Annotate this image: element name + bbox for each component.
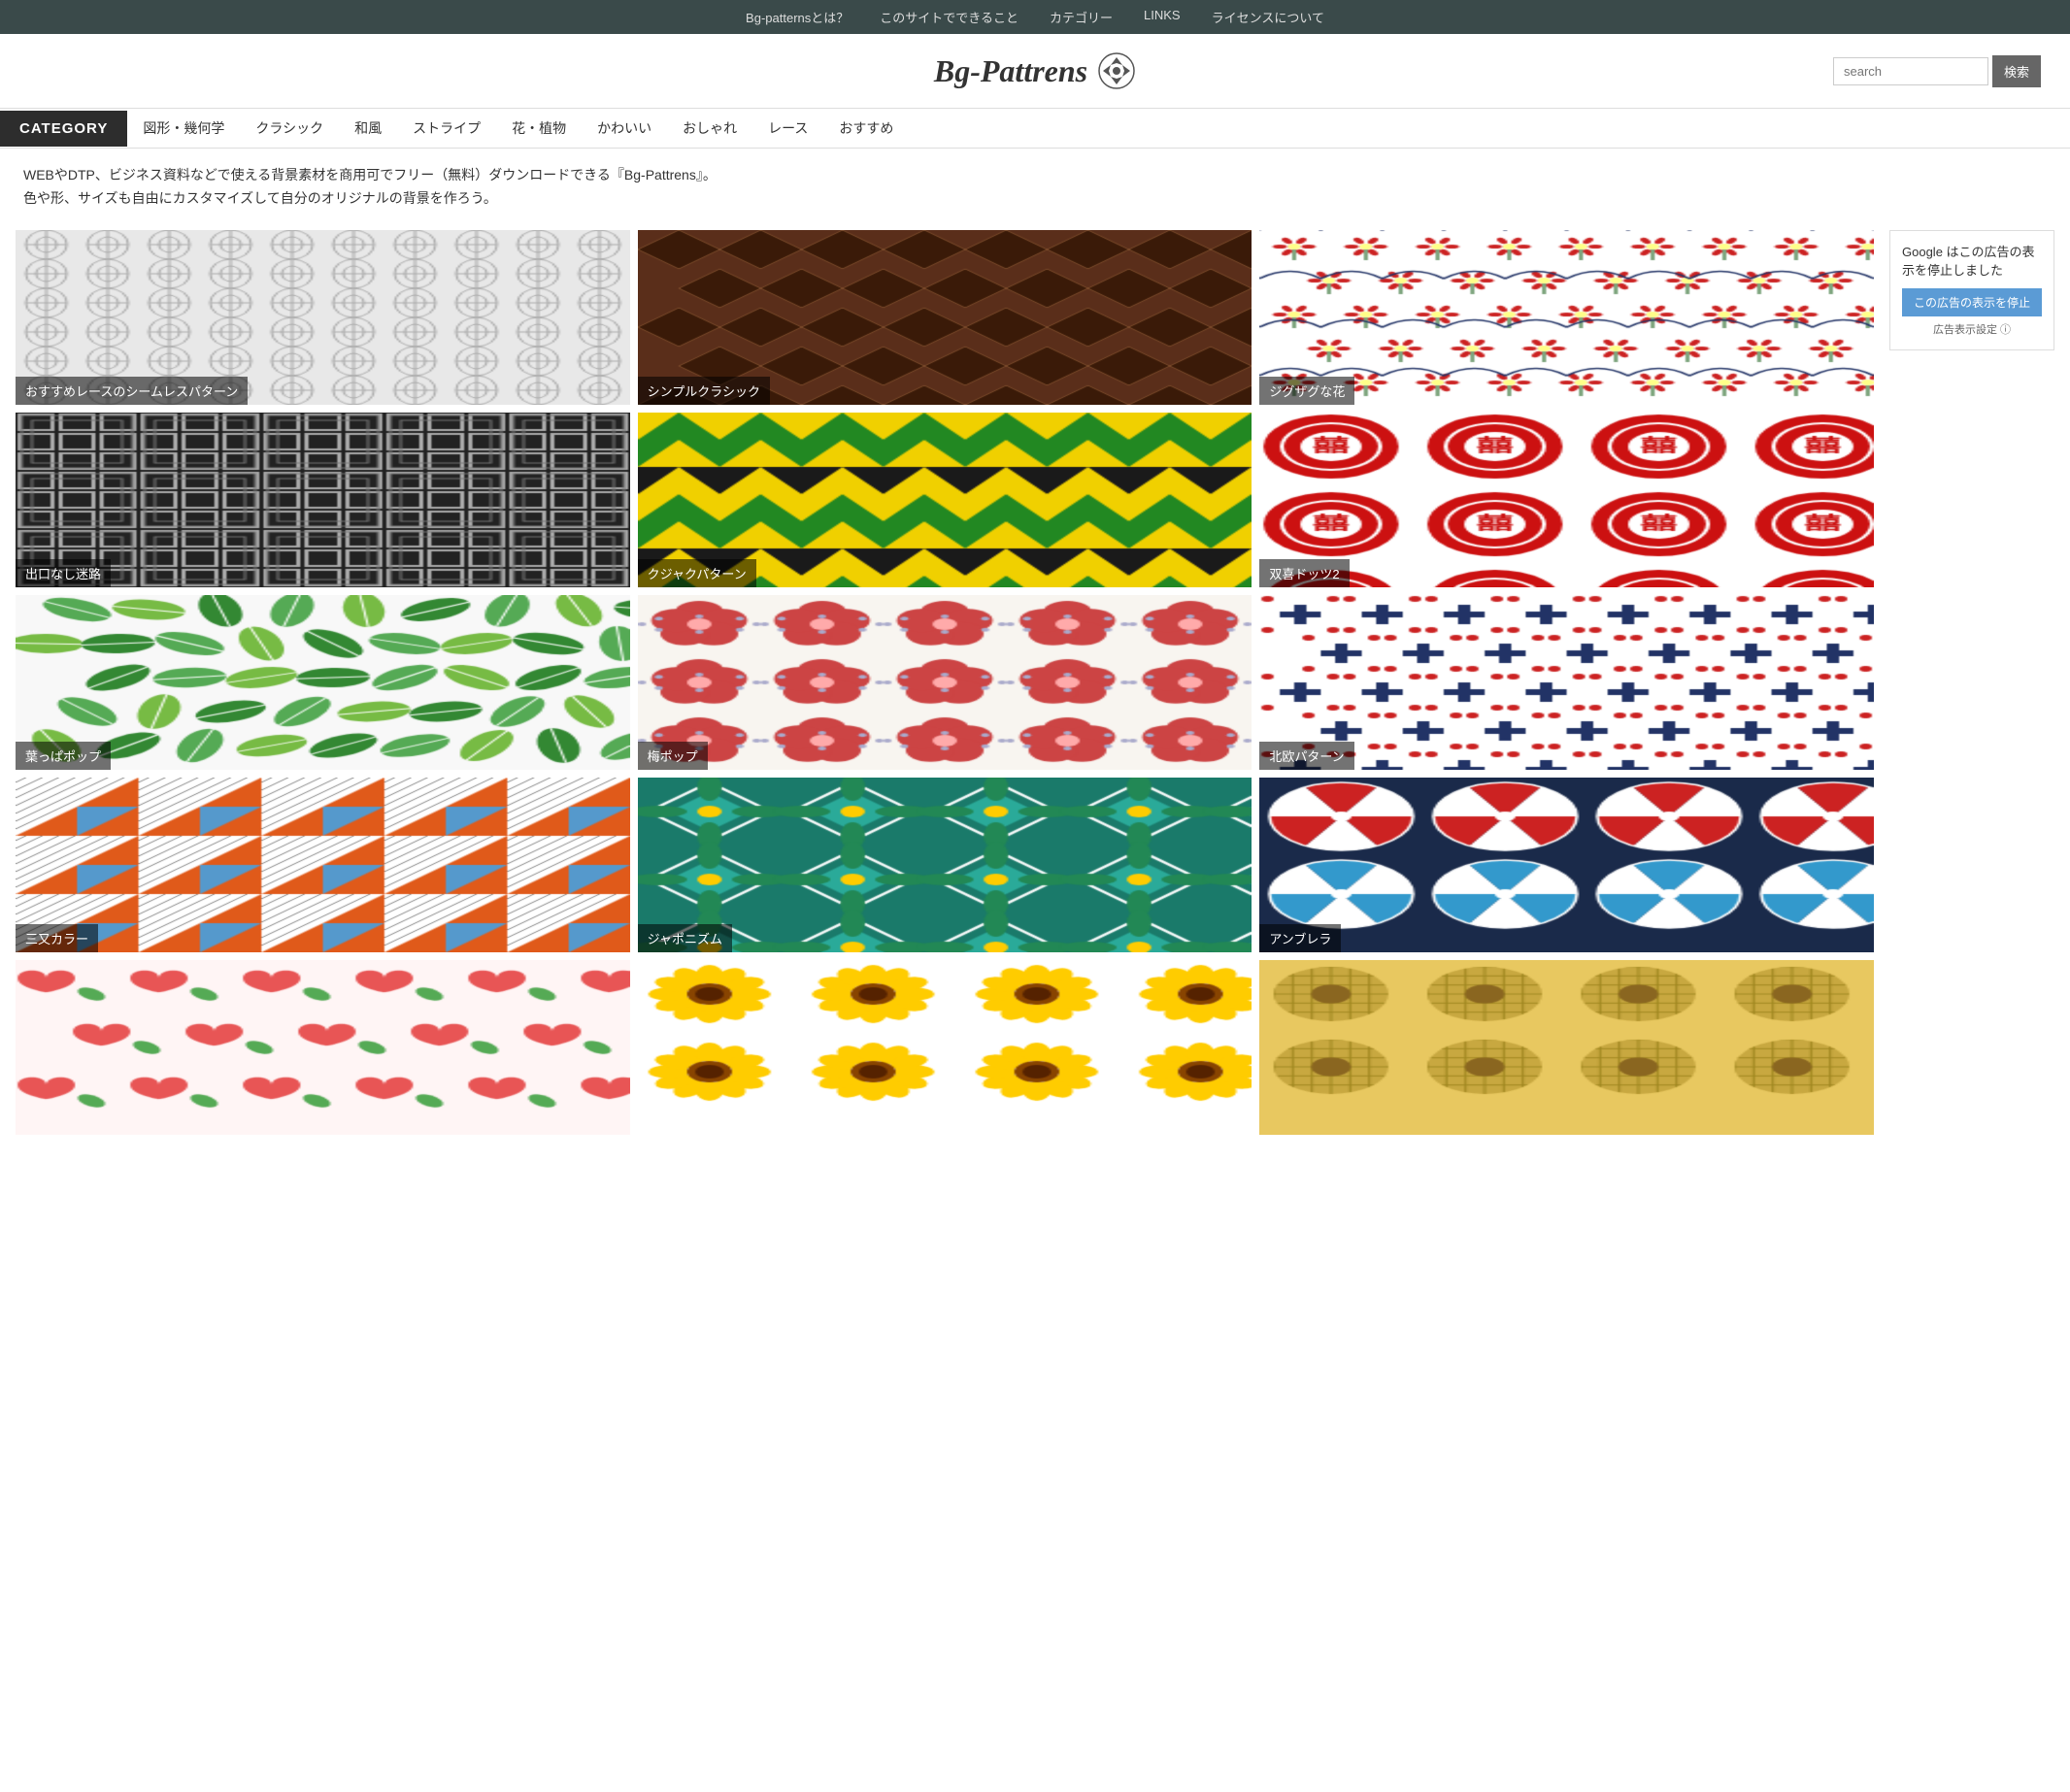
logo-area: Bg-Pattrens bbox=[934, 51, 1136, 90]
description-line2: 色や形、サイズも自由にカスタマイズして自分のオリジナルの背景を作ろう。 bbox=[23, 187, 2047, 211]
pattern-card-cookie[interactable] bbox=[1259, 960, 1874, 1135]
site-header: Bg-Pattrens 検索 bbox=[0, 34, 2070, 108]
category-item[interactable]: ストライプ bbox=[397, 109, 496, 148]
pattern-card-ume[interactable]: 梅ポップ bbox=[638, 595, 1252, 770]
sidebar: Google はこの広告の表示を停止しました この広告の表示を停止 広告表示設定… bbox=[1889, 230, 2054, 1135]
top-navigation: Bg-patternsとは？ このサイトでできること カテゴリー LINKS ライセンス… bbox=[0, 0, 2070, 34]
pattern-canvas-sunflower bbox=[638, 960, 1252, 1135]
search-button[interactable]: 検索 bbox=[1992, 55, 2041, 87]
pattern-card-nordic[interactable]: 北欧パターン bbox=[1259, 595, 1874, 770]
pattern-label-maze: 出口なし迷路 bbox=[16, 559, 111, 587]
category-item[interactable]: おすすめ bbox=[823, 109, 909, 148]
category-item[interactable]: クラシック bbox=[240, 109, 339, 148]
pattern-card-japonisme[interactable]: ジャポニズム bbox=[638, 778, 1252, 952]
pattern-label-classic: シンプルクラシック bbox=[638, 377, 770, 405]
category-navigation: CATEGORY 図形・幾何学クラシック和風ストライプ花・植物かわいいおしゃれレ… bbox=[0, 108, 2070, 149]
pattern-card-lace[interactable]: おすすめレースのシームレスパターン bbox=[16, 230, 630, 405]
pattern-grid: おすすめレースのシームレスパターン シンプルクラシック ジグザグな花出口なし迷路 クジ… bbox=[16, 230, 1874, 1135]
pattern-canvas-ume bbox=[638, 595, 1252, 770]
top-nav-item-features[interactable]: このサイトでできること bbox=[880, 8, 1018, 26]
top-nav-item-license[interactable]: ライセンスについて bbox=[1212, 8, 1324, 26]
pattern-canvas-umbrella bbox=[1259, 778, 1874, 952]
pattern-canvas-heart bbox=[16, 960, 630, 1135]
top-nav-item-links[interactable]: LINKS bbox=[1144, 8, 1181, 26]
ad-stop-button[interactable]: この広告の表示を停止 bbox=[1902, 288, 2042, 316]
category-label: CATEGORY bbox=[0, 111, 127, 147]
ad-box: Google はこの広告の表示を停止しました この広告の表示を停止 広告表示設定… bbox=[1889, 230, 2054, 351]
pattern-label-ume: 梅ポップ bbox=[638, 742, 708, 770]
pattern-label-peacock: クジャクパターン bbox=[638, 559, 756, 587]
ad-settings[interactable]: 広告表示設定 ⓘ bbox=[1902, 322, 2042, 339]
pattern-label-shuangxi: 双喜ドッツ2 bbox=[1259, 559, 1349, 587]
pattern-card-peacock[interactable]: クジャクパターン bbox=[638, 413, 1252, 587]
category-item[interactable]: おしゃれ bbox=[667, 109, 752, 148]
category-item[interactable]: 花・植物 bbox=[496, 109, 582, 148]
pattern-card-tri[interactable]: 三又カラー bbox=[16, 778, 630, 952]
ad-text: Google はこの広告の表示を停止しました bbox=[1902, 245, 2035, 279]
category-item[interactable]: 和風 bbox=[339, 109, 397, 148]
logo-icon bbox=[1097, 51, 1136, 90]
pattern-canvas-tri bbox=[16, 778, 630, 952]
top-nav-item-categories[interactable]: カテゴリー bbox=[1050, 8, 1113, 26]
logo-text[interactable]: Bg-Pattrens bbox=[934, 53, 1087, 89]
search-input[interactable] bbox=[1833, 57, 1988, 85]
pattern-label-leaf: 葉っぱポップ bbox=[16, 742, 111, 770]
pattern-card-shuangxi[interactable]: 双喜ドッツ2 bbox=[1259, 413, 1874, 587]
category-item[interactable]: レース bbox=[752, 109, 823, 148]
pattern-card-umbrella[interactable]: アンブレラ bbox=[1259, 778, 1874, 952]
description-line1: WEBやDTP、ビジネス資料などで使える背景素材を商用可でフリー（無料）ダウンロ… bbox=[23, 164, 2047, 187]
pattern-card-maze[interactable]: 出口なし迷路 bbox=[16, 413, 630, 587]
top-nav-item-about[interactable]: Bg-patternsとは？ bbox=[746, 8, 849, 26]
pattern-card-classic[interactable]: シンプルクラシック bbox=[638, 230, 1252, 405]
category-item[interactable]: かわいい bbox=[582, 109, 667, 148]
pattern-card-leaf[interactable]: 葉っぱポップ bbox=[16, 595, 630, 770]
main-content: おすすめレースのシームレスパターン シンプルクラシック ジグザグな花出口なし迷路 クジ… bbox=[0, 220, 2070, 1145]
pattern-card-zigzag[interactable]: ジグザグな花 bbox=[1259, 230, 1874, 405]
pattern-canvas-cookie bbox=[1259, 960, 1874, 1135]
site-description: WEBやDTP、ビジネス資料などで使える背景素材を商用可でフリー（無料）ダウンロ… bbox=[0, 149, 2070, 220]
pattern-label-zigzag: ジグザグな花 bbox=[1259, 377, 1354, 405]
pattern-label-tri: 三又カラー bbox=[16, 924, 98, 952]
pattern-label-japonisme: ジャポニズム bbox=[638, 924, 732, 952]
pattern-card-sunflower[interactable] bbox=[638, 960, 1252, 1135]
pattern-label-umbrella: アンブレラ bbox=[1259, 924, 1341, 952]
pattern-label-nordic: 北欧パターン bbox=[1259, 742, 1353, 770]
search-area: 検索 bbox=[1833, 55, 2041, 87]
pattern-label-lace: おすすめレースのシームレスパターン bbox=[16, 377, 248, 405]
category-item[interactable]: 図形・幾何学 bbox=[127, 109, 240, 148]
pattern-card-heart[interactable] bbox=[16, 960, 630, 1135]
pattern-canvas-shuangxi bbox=[1259, 413, 1874, 587]
